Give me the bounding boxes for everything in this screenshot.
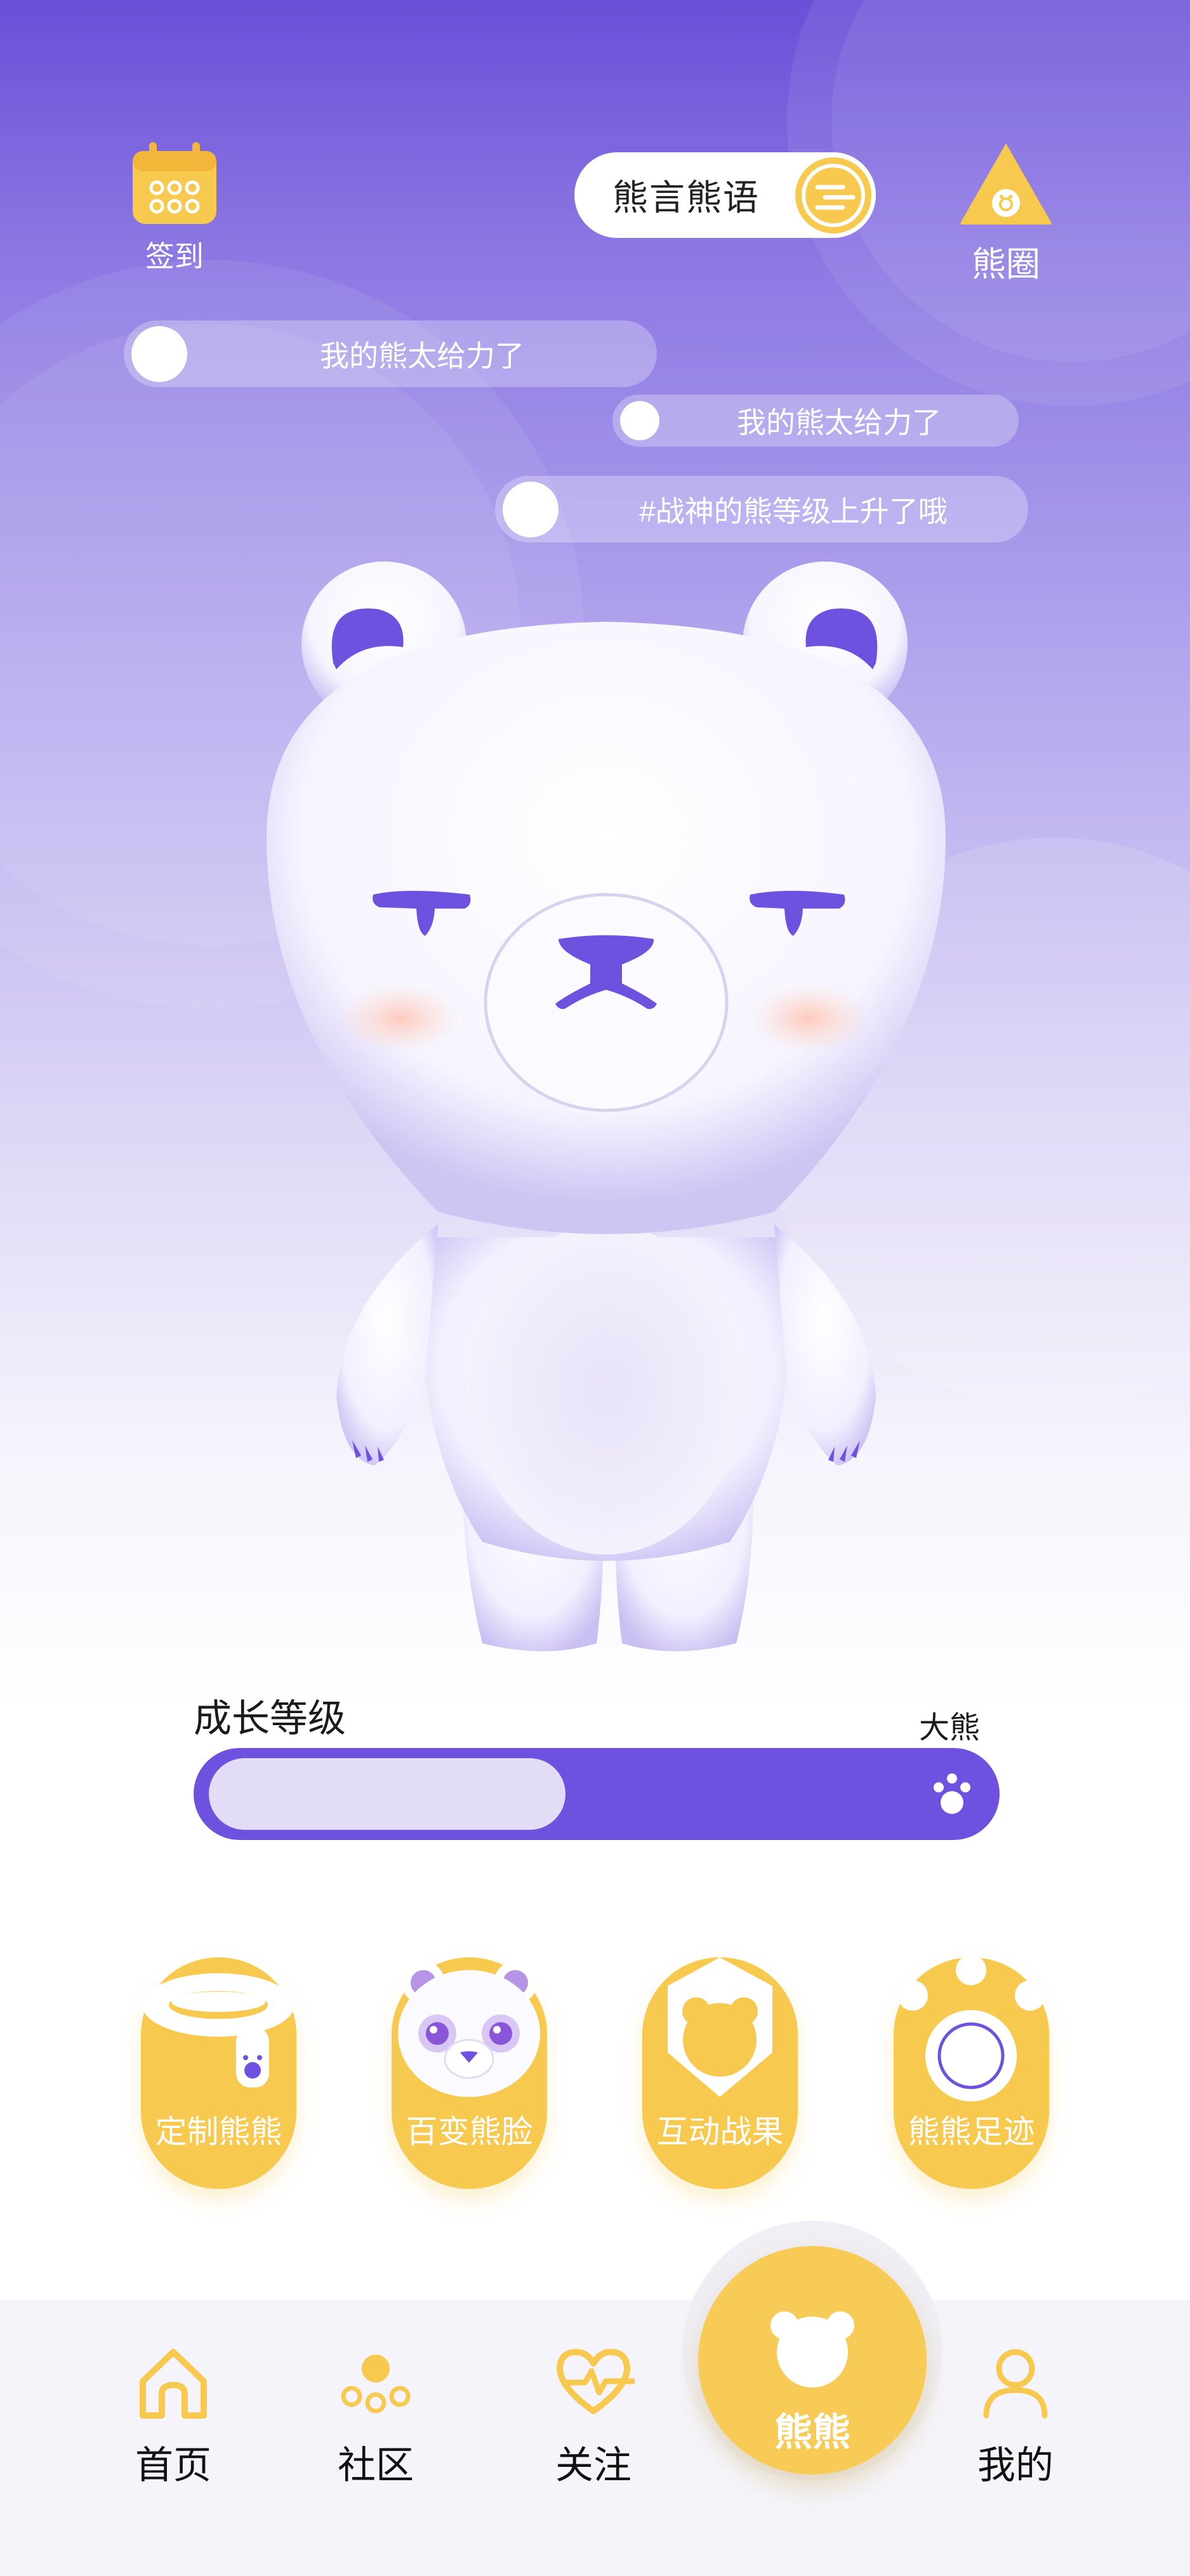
checkin-label: 签到 [145,240,204,273]
bear-circle-button[interactable]: 熊圈 [955,141,1057,286]
community-icon [341,2355,411,2414]
calendar-icon [133,142,216,224]
nav-community[interactable]: 社区 [312,2344,439,2490]
bear-face-icon [398,1961,540,2097]
bear-quotes-label: 熊言熊语 [612,178,760,218]
bear-character[interactable] [216,552,996,1659]
nav-mine[interactable]: 我的 [952,2344,1079,2490]
nav-bear-label: 熊熊 [774,2411,850,2454]
danmaku-text: 我的熊太给力了 [737,406,941,439]
feature-bear-face-button[interactable]: 百变熊脸 [392,1957,547,2189]
nav-follow-label: 关注 [555,2444,631,2487]
bear-head-icon [770,2311,854,2388]
danmaku-bubble: 我的熊太给力了 [612,395,1019,447]
nav-follow[interactable]: 关注 [530,2344,657,2490]
feature-label: 定制熊熊 [155,2114,282,2150]
feature-interaction-results-button[interactable]: 互动战果 [642,1957,798,2189]
feature-custom-bear-button[interactable]: 定制熊熊 [141,1957,296,2189]
danmaku-bubble: 我的熊太给力了 [124,320,657,387]
avatar [131,325,187,382]
growth-progress-fill [209,1758,565,1830]
bear-badge-icon [668,1957,772,2097]
nav-home[interactable]: 首页 [110,2344,237,2490]
feature-label: 熊熊足迹 [908,2114,1035,2150]
paw-footprint-icon [897,1957,1045,2101]
paw-icon [934,1773,970,1814]
nav-home-label: 首页 [135,2444,211,2487]
danmaku-text: 我的熊太给力了 [320,339,524,372]
feature-buttons: 定制熊熊 百变熊脸 互动战果 熊熊足迹 [0,1957,1190,2192]
person-icon [983,2349,1048,2419]
feature-label: 互动战果 [656,2114,784,2150]
avatar [503,481,559,537]
heart-pulse-icon [557,2349,635,2414]
growth-progress-bar [194,1748,1000,1840]
speech-icon [790,152,876,238]
nav-community-label: 社区 [338,2444,414,2487]
feature-footprints-button[interactable]: 熊熊足迹 [894,1957,1049,2189]
nav-bear[interactable]: 熊熊 [698,2246,927,2474]
danmaku-text: #战神的熊等级上升了哦 [639,494,948,528]
growth-level-name: 大熊 [919,1711,981,1745]
checkin-button[interactable]: 签到 [130,141,219,275]
feature-label: 百变熊脸 [406,2114,533,2150]
bear-circle-label: 熊圈 [972,246,1040,284]
nav-mine-label: 我的 [977,2444,1054,2487]
tent-icon [960,143,1052,225]
halo-collar-icon [142,1973,294,2087]
avatar [620,401,659,440]
bear-quotes-button[interactable]: 熊言熊语 [574,152,876,238]
danmaku-bubble: #战神的熊等级上升了哦 [495,476,1028,542]
bottom-nav: 首页 社区 关注 我的 [0,2300,1190,2576]
home-icon [140,2349,207,2419]
growth-title: 成长等级 [194,1697,346,1740]
